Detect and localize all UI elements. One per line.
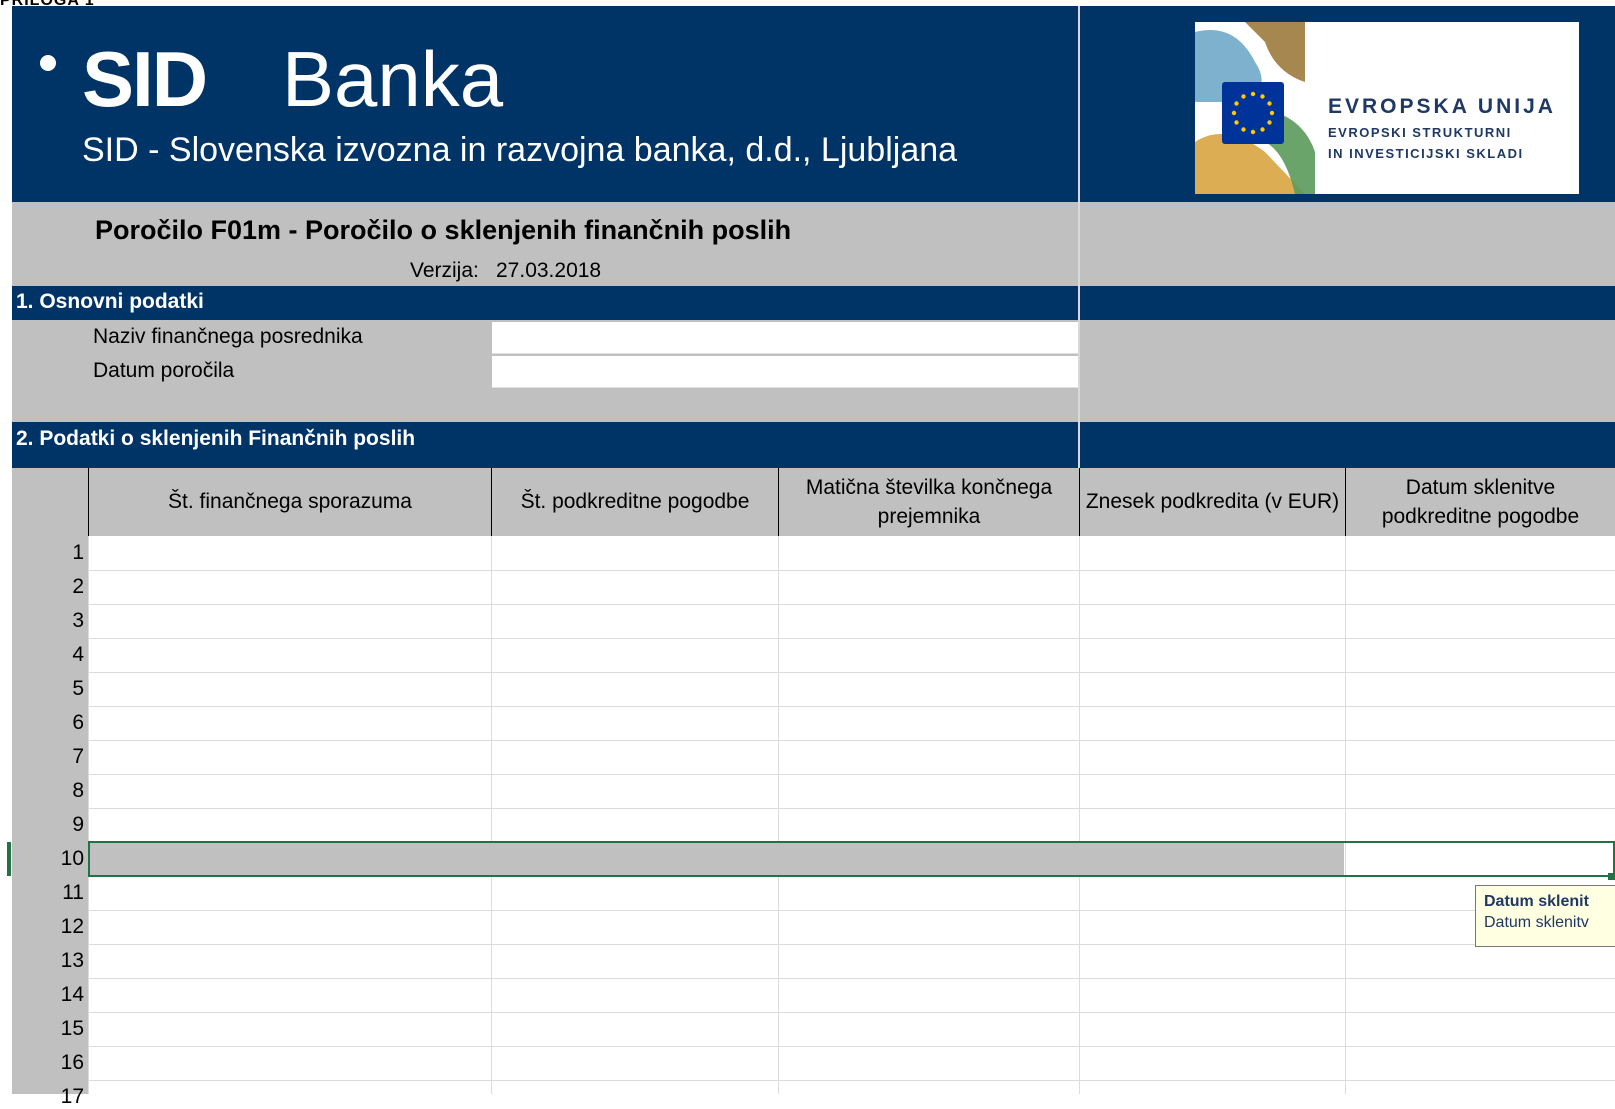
row-number: 16 [60, 1051, 84, 1074]
row-number: 4 [72, 643, 84, 666]
logo-banka-text: Banka [282, 35, 504, 123]
eu-title: EVROPSKA UNIJA [1328, 95, 1556, 118]
bank-full-name: SID - Slovenska izvozna in razvojna bank… [82, 131, 958, 169]
table-row[interactable] [89, 536, 1615, 571]
report-date-input[interactable] [492, 356, 1078, 388]
logo-sid-text: SID [82, 35, 208, 123]
row-number: 1 [72, 541, 84, 564]
eu-subtitle-line1: EVROPSKI STRUKTURNI [1328, 125, 1512, 140]
report-title: Poročilo F01m - Poročilo o sklenjenih fi… [95, 215, 792, 245]
intermediary-name-label: Naziv finančnega posrednika [93, 325, 363, 348]
row-number: 2 [72, 575, 84, 598]
table-row[interactable] [89, 638, 1615, 673]
table-row[interactable] [89, 910, 1615, 945]
col-header-contract-date[interactable]: Datum sklenitve podkreditne pogodbe [1345, 468, 1615, 536]
eu-flag-icon [1222, 82, 1284, 144]
table-row[interactable] [89, 1046, 1615, 1081]
version-value: 27.03.2018 [496, 259, 602, 282]
eu-subtitle-line2: IN INVESTICIJSKI SKLADI [1328, 146, 1524, 161]
fill-handle[interactable] [1608, 873, 1615, 880]
section2-title: 2. Podatki o sklenjenih Finančnih poslih [16, 427, 416, 450]
tooltip-body: Datum sklenitv [1484, 913, 1589, 931]
table-row[interactable] [89, 978, 1615, 1013]
row-number: 7 [72, 745, 84, 768]
row-number: 5 [72, 677, 84, 700]
row-number: 12 [60, 915, 84, 938]
table-row[interactable] [89, 1012, 1615, 1047]
table-row[interactable] [89, 944, 1615, 979]
row-number: 3 [72, 609, 84, 632]
row-number: 11 [62, 881, 84, 904]
report-date-label: Datum poročila [93, 359, 235, 382]
logo-dot-icon [40, 55, 56, 71]
row-number: 13 [60, 949, 84, 972]
col-header-subloan-amount[interactable]: Znesek podkredita (v EUR) [1079, 468, 1345, 536]
section1-header [12, 286, 1615, 320]
col-header-subloan-contract-number[interactable]: Št. podkreditne pogodbe [491, 468, 778, 536]
row-number: 10 [60, 847, 84, 870]
col-header-agreement-number[interactable]: Št. finančnega sporazuma [88, 468, 491, 536]
intermediary-name-input[interactable] [492, 322, 1078, 354]
table-row[interactable] [89, 808, 1615, 843]
table-row[interactable] [89, 740, 1615, 775]
version-label: Verzija: [410, 259, 479, 282]
table-row[interactable] [89, 604, 1615, 639]
selected-row-marker [7, 842, 11, 876]
section1-title: 1. Osnovni podatki [16, 290, 204, 313]
row-number: 9 [72, 813, 84, 836]
row-number: 6 [72, 711, 84, 734]
table-row[interactable] [89, 774, 1615, 809]
row-number: 17 [60, 1085, 84, 1108]
table-row[interactable] [89, 706, 1615, 741]
column-divider [1078, 6, 1080, 468]
col-header-recipient-registration-number[interactable]: Matična številka končnega prejemnika [778, 468, 1079, 536]
tooltip-title: Datum sklenit [1484, 893, 1589, 910]
selection-border [88, 841, 1615, 877]
cell-comment-tooltip: Datum sklenit Datum sklenitv [1475, 885, 1615, 947]
row-number: 15 [60, 1017, 84, 1040]
table-row[interactable] [89, 672, 1615, 707]
row-number: 8 [72, 779, 84, 802]
table-row[interactable] [89, 570, 1615, 605]
row-number: 14 [60, 983, 84, 1006]
table-row[interactable] [89, 876, 1615, 911]
